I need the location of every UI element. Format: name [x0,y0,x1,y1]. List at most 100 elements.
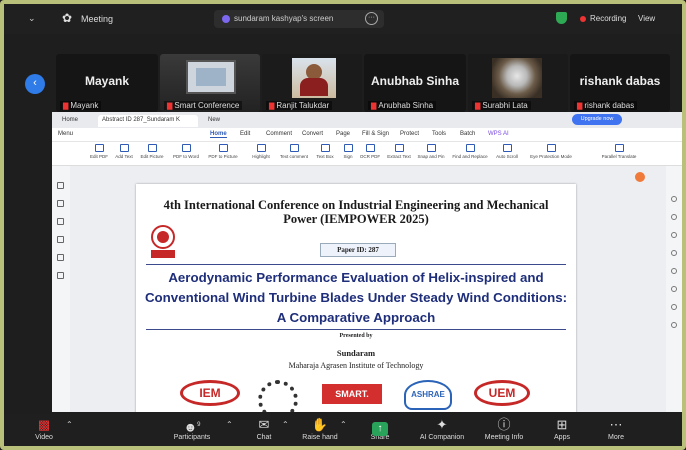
more-label: More [608,434,624,441]
ribbon-snap-and-pin[interactable]: Snap and Pin [416,144,446,159]
layers-icon[interactable] [57,254,64,261]
tool-icon[interactable] [671,196,677,202]
ribbon-pdf-to-word[interactable]: PDF to Word [170,144,202,159]
menu-comment[interactable]: Comment [266,131,292,137]
participant-tile[interactable]: rishank dabas rishank dabas [570,54,670,112]
search-icon[interactable] [671,286,677,292]
ribbon-sign[interactable]: Sign [340,144,356,159]
video-button[interactable]: ▩ Video [16,416,72,441]
ribbon-ocr-pdf[interactable]: OCR PDF [358,144,382,159]
conference-title: 4th International Conference on Industri… [163,198,549,226]
menu-batch[interactable]: Batch [460,131,475,137]
left-sidebar [52,166,70,412]
ocr-pdf-icon [365,144,375,152]
menu-home[interactable]: Home [210,131,227,138]
video-label: Video [35,434,53,441]
gallery-back-button[interactable]: ‹ [25,74,45,94]
video-options-caret-icon[interactable]: ⌃ [66,420,73,429]
apps-button[interactable]: ⊞ Apps [534,416,590,441]
participants-caret-icon[interactable]: ⌃ [226,420,233,429]
user-dot-icon [222,15,230,23]
menu-page[interactable]: Page [336,131,350,137]
ribbon-pdf-to-picture[interactable]: PDF to Picture [206,144,240,159]
paper-title: Aerodynamic Performance Evaluation of He… [144,270,568,325]
highlight-icon [256,144,266,152]
ribbon-edit-picture[interactable]: Edit Picture [138,144,166,159]
apps-icon: ⊞ [556,417,568,432]
upgrade-button[interactable]: Upgrade now [572,114,622,125]
edit-picture-icon [147,144,157,152]
sparkle-icon: ✦ [436,417,448,432]
menu-wps-ai[interactable]: WPS AI [488,131,509,137]
ribbon-label: Highlight [252,154,270,159]
view-button[interactable]: View [638,14,655,23]
browser-tab-document[interactable]: Abstract ID 287_Sundaram K [98,115,198,127]
recording-label[interactable]: Recording [590,14,626,23]
chevron-down-icon[interactable]: ⌄ [28,13,36,24]
ribbon-auto-scroll[interactable]: Auto Scroll [492,144,522,159]
share-button[interactable]: ↑ Share [352,416,408,441]
menu-row: Menu Home Edit Comment Convert Page Fill… [52,128,682,142]
ai-companion-button[interactable]: ✦ AI Companion [414,416,470,441]
uem-logo-text: UEM [488,386,516,400]
screen-share-tab[interactable]: sundaram kashyap's screen ··· [214,10,384,28]
author-name: Sundaram [336,348,376,358]
meeting-info-button[interactable]: ⓘ Meeting Info [476,416,532,441]
menu-protect[interactable]: Protect [400,131,419,137]
screen-share-tab-label: sundaram kashyap's screen [234,14,334,23]
meeting-label[interactable]: Meeting [81,14,113,24]
participant-tile[interactable]: Anubhab Sinha Anubhab Sinha [364,54,466,112]
participants-icon: ☻9 [183,419,201,435]
bookmark-icon[interactable] [57,182,64,189]
institute-name: Maharaja Agrasen Institute of Technology [288,361,424,370]
raise-hand-caret-icon[interactable]: ⌃ [340,420,347,429]
document-viewer: 4th International Conference on Industri… [70,166,666,412]
share-arrow-icon: ↑ [372,422,388,436]
assistant-badge-icon[interactable] [635,172,645,182]
ribbon-parallel-translate[interactable]: Parallel Translate [598,144,640,159]
ribbon-toolbar: Edit PDF Add Text Edit Picture PDF to Wo… [52,142,682,166]
ribbon-add-text[interactable]: Add Text [112,144,136,159]
browser-tab-home[interactable]: Home [58,115,82,127]
tool-icon[interactable] [671,250,677,256]
comment-icon[interactable] [57,218,64,225]
chat-label: Chat [256,434,272,441]
ribbon-text-comment[interactable]: Text comment [276,144,312,159]
menu-edit[interactable]: Edit [240,131,250,137]
tool-icon[interactable] [671,232,677,238]
menu-fill-sign[interactable]: Fill & Sign [362,131,389,137]
browser-tab-new[interactable]: New [204,115,224,127]
menu-tools[interactable]: Tools [432,131,446,137]
thumbnail-icon[interactable] [57,200,64,207]
menu-button[interactable]: Menu [58,131,73,137]
more-button[interactable]: ⋯ More [588,416,644,441]
tool-icon[interactable] [671,214,677,220]
ribbon-find-replace[interactable]: Find and Replace [450,144,490,159]
attachment-icon[interactable] [57,236,64,243]
ribbon-eye-protection[interactable]: Eye Protection Mode [526,144,576,159]
shield-icon[interactable] [556,12,567,24]
participant-tile[interactable]: Surabhi Lata [468,54,568,112]
menu-convert[interactable]: Convert [302,131,323,137]
ribbon-edit-pdf[interactable]: Edit PDF [86,144,112,159]
settings-icon[interactable] [57,272,64,279]
participants-button[interactable]: ☻9 Participants [164,416,220,441]
shared-screen: Home Abstract ID 287_Sundaram K New Upgr… [52,112,682,412]
participant-tile[interactable]: Mayank Mayank [56,54,158,112]
tool-icon[interactable] [671,322,677,328]
participants-count: 9 [197,422,201,428]
participant-tile[interactable]: Smart Conference [160,54,260,112]
chat-caret-icon[interactable]: ⌃ [282,420,289,429]
tool-icon[interactable] [671,268,677,274]
raise-hand-label: Raise hand [302,434,338,441]
tool-icon[interactable] [671,304,677,310]
ribbon-highlight[interactable]: Highlight [248,144,274,159]
participant-big-name: Mayank [84,74,130,88]
edit-pdf-icon [94,144,104,152]
ribbon-text-box[interactable]: Text Box [314,144,336,159]
ribbon-extract-text[interactable]: Extract Text [384,144,414,159]
meeting-toolbar: ▩ Video ⌃ ☻9 Participants ⌃ ✉ Chat ⌃ ✋ Raise… [4,414,682,446]
sign-icon [343,144,353,152]
participant-tile[interactable]: Ranjit Talukdar [262,54,362,112]
more-options-icon[interactable]: ··· [365,12,378,25]
